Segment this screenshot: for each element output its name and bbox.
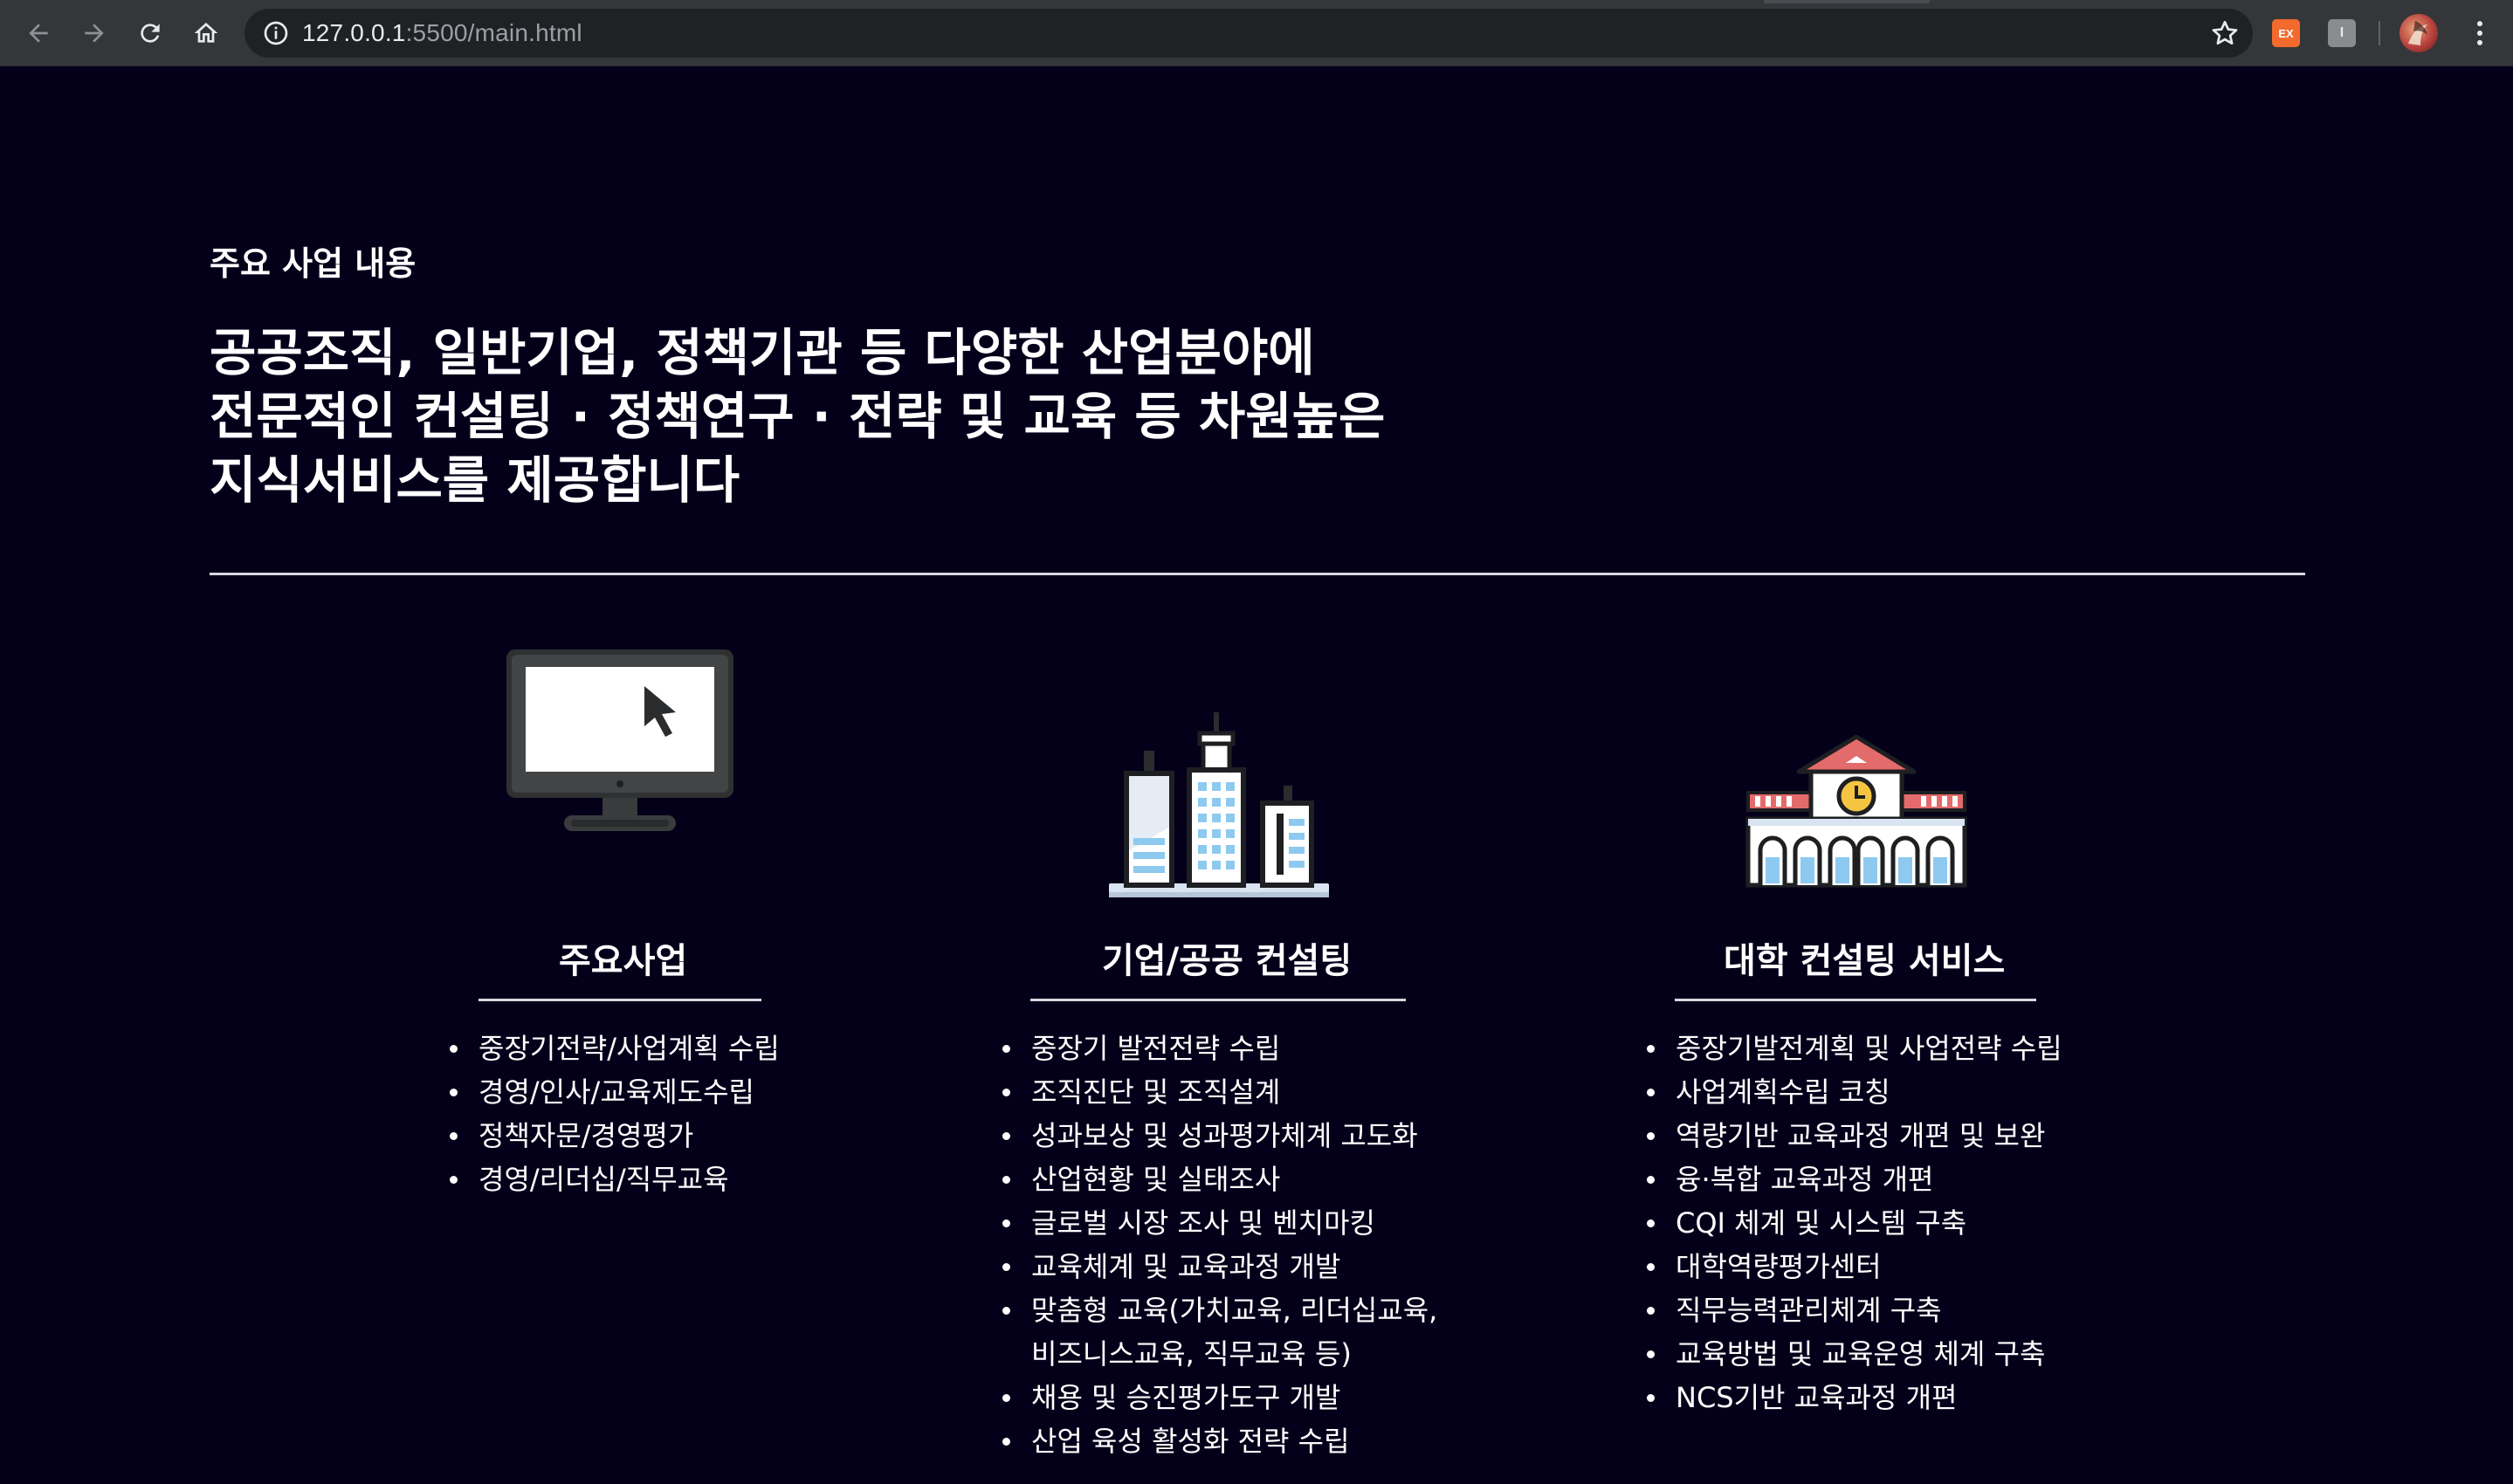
column-divider [479,999,761,1001]
list-item: 경영/리더십/직무교육 [450,1158,780,1201]
reload-button[interactable] [133,16,168,51]
url-host: 127.0.0.1 [302,19,406,46]
i-extension-icon[interactable]: I [2328,19,2356,47]
forward-arrow-icon [85,24,104,43]
headline-line: 지식서비스를 제공합니다 [210,450,740,510]
list-item-line: 비즈니스교육, 직무교육 등) [1031,1337,1352,1371]
headline-line: 전문적인 컨설팅 · 정책연구 · 전략 및 교육 등 차원높은 [210,387,1386,446]
toolbar-divider [2379,21,2380,45]
ex-extension-icon[interactable]: EX [2272,19,2300,47]
column-divider [1030,999,1406,1001]
page-content: 주요 사업 내용 공공조직, 일반기업, 정책기관 등 다양한 산업분야에 전문… [0,66,2513,1484]
list-item: 조직진단 및 조직설계 [1002,1070,1437,1114]
column-list-main: 중장기전략/사업계획 수립 경영/인사/교육제도수립 정책자문/경영평가 경영/… [450,1027,780,1201]
more-vertical-icon [2477,21,2482,45]
list-item: 산업 육성 활성화 전략 수립 [1002,1419,1437,1463]
back-button[interactable] [21,16,56,51]
list-item: 경영/인사/교육제도수립 [450,1070,780,1114]
forward-button[interactable] [77,16,112,51]
home-icon [194,23,218,43]
url-path: :5500/main.html [405,19,582,46]
list-item: 글로벌 시장 조사 및 벤치마킹 [1002,1201,1437,1245]
list-item: 중장기전략/사업계획 수립 [450,1027,780,1070]
list-item: 맞춤형 교육(가치교육, 리더십교육, 비즈니스교육, 직무교육 등) [1002,1288,1437,1376]
list-item: 정책자문/경영평가 [450,1114,780,1158]
column-list-corporate: 중장기 발전전략 수립 조직진단 및 조직설계 성과보상 및 성과평가체계 고도… [1002,1027,1437,1463]
list-item: 교육방법 및 교육운영 체계 구축 [1647,1332,2062,1376]
column-title-university: 대학 컨설팅 서비스 [1724,941,2006,981]
section-divider [210,573,2305,575]
city-buildings-icon [1109,712,1329,897]
list-item: 융·복합 교육과정 개편 [1647,1158,2062,1201]
list-item: 교육체계 및 교육과정 개발 [1002,1245,1437,1288]
headline-line: 공공조직, 일반기업, 정책기관 등 다양한 산업분야에 [210,323,1315,382]
info-icon[interactable] [262,19,290,47]
column-divider [1675,999,2036,1001]
list-item: 대학역량평가센터 [1647,1245,2062,1288]
university-building-icon [1745,735,1967,888]
list-item: 중장기 발전전략 수립 [1002,1027,1437,1070]
monitor-cursor-icon [506,649,733,831]
list-item: 직무능력관리체계 구축 [1647,1288,2062,1332]
bookmark-star-icon[interactable] [2209,17,2241,49]
browser-menu-button[interactable] [2462,16,2497,51]
back-arrow-icon [29,24,48,43]
browser-toolbar: 127.0.0.1:5500/main.html EX I [0,0,2513,66]
column-title-corporate: 기업/공공 컨설팅 [1102,941,1353,981]
headline: 공공조직, 일반기업, 정책기관 등 다양한 산업분야에 전문적인 컨설팅 · … [210,321,1607,512]
column-title-main: 주요사업 [559,941,688,981]
address-bar[interactable]: 127.0.0.1:5500/main.html [244,9,2253,58]
list-item-line: 맞춤형 교육(가치교육, 리더십교육, [1031,1294,1438,1327]
list-item: NCS기반 교육과정 개편 [1647,1376,2062,1419]
list-item: 역량기반 교육과정 개편 및 보완 [1647,1114,2062,1158]
column-list-university: 중장기발전계획 및 사업전략 수립 사업계획수립 코칭 역량기반 교육과정 개편… [1647,1027,2062,1419]
list-item: 채용 및 승진평가도구 개발 [1002,1376,1437,1419]
profile-avatar[interactable] [2399,14,2438,52]
profile-avatar-icon [2408,21,2427,45]
tab-strip-indicator [1764,0,1930,3]
list-item: CQI 체계 및 시스템 구축 [1647,1201,2062,1245]
list-item: 성과보상 및 성과평가체계 고도화 [1002,1114,1437,1158]
reload-icon [141,24,160,43]
list-item: 중장기발전계획 및 사업전략 수립 [1647,1027,2062,1070]
list-item: 사업계획수립 코칭 [1647,1070,2062,1114]
home-button[interactable] [189,16,224,51]
url-text[interactable]: 127.0.0.1:5500/main.html [302,9,582,58]
list-item: 산업현황 및 실태조사 [1002,1158,1437,1201]
section-label: 주요 사업 내용 [210,244,417,283]
